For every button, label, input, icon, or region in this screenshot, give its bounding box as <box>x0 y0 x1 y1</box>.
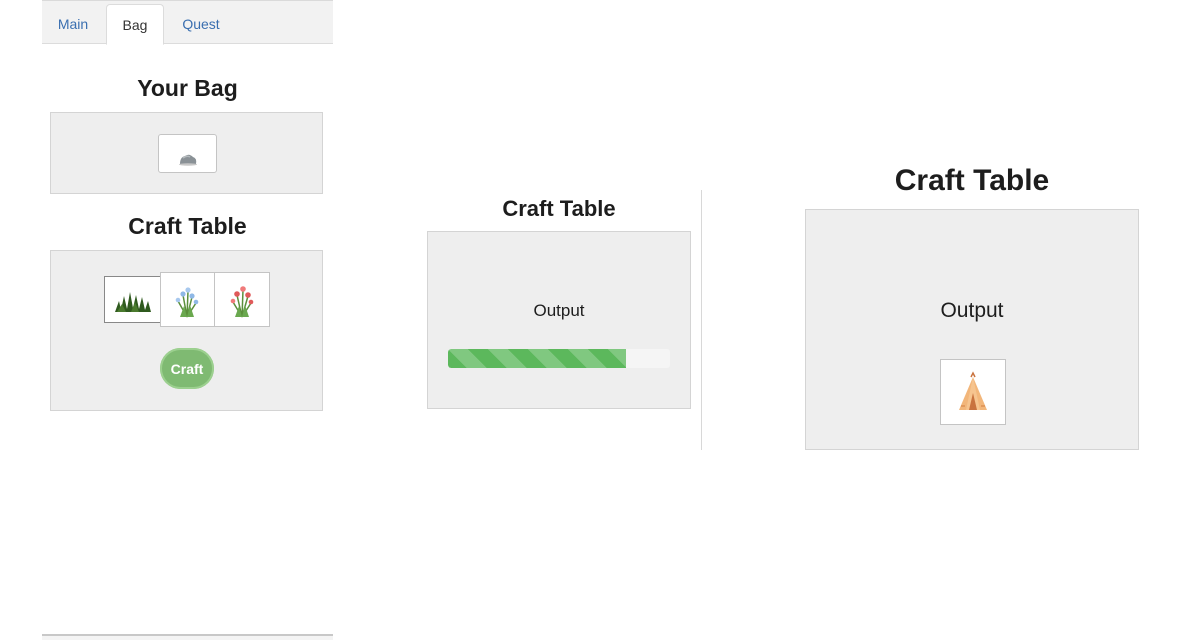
craft-slot-1[interactable] <box>104 276 161 323</box>
output-label-result: Output <box>940 299 1004 322</box>
crafting-progress-bar <box>448 349 670 368</box>
bag-panel <box>50 112 323 194</box>
game-screen: Main Bag Quest Your Bag Craft Table Craf… <box>0 0 1200 640</box>
output-slot[interactable] <box>940 359 1006 425</box>
craft-table-title: Craft Table <box>128 213 247 239</box>
craft-slot-3[interactable] <box>214 272 270 327</box>
craft-table-progress-title: Craft Table <box>502 196 616 221</box>
bag-title: Your Bag <box>137 75 238 101</box>
red-flower-icon <box>230 286 254 318</box>
craft-table-result-title: Craft Table <box>894 164 1050 197</box>
craft-slot-2[interactable] <box>160 272 215 327</box>
vertical-divider <box>701 190 702 450</box>
rock-icon <box>179 154 197 166</box>
grass-icon <box>115 292 151 312</box>
blue-flower-icon <box>175 287 199 318</box>
tab-quest[interactable]: Quest <box>166 4 236 45</box>
bag-slot[interactable] <box>158 134 217 173</box>
bottom-divider <box>42 634 333 640</box>
output-label: Output <box>533 301 585 320</box>
tab-bag[interactable]: Bag <box>106 4 164 45</box>
tab-main[interactable]: Main <box>42 4 104 45</box>
tab-bar: Main Bag Quest <box>42 0 333 45</box>
progress-bar-fill <box>448 349 626 368</box>
tent-icon <box>959 371 987 410</box>
craft-button[interactable]: Craft <box>160 348 214 389</box>
